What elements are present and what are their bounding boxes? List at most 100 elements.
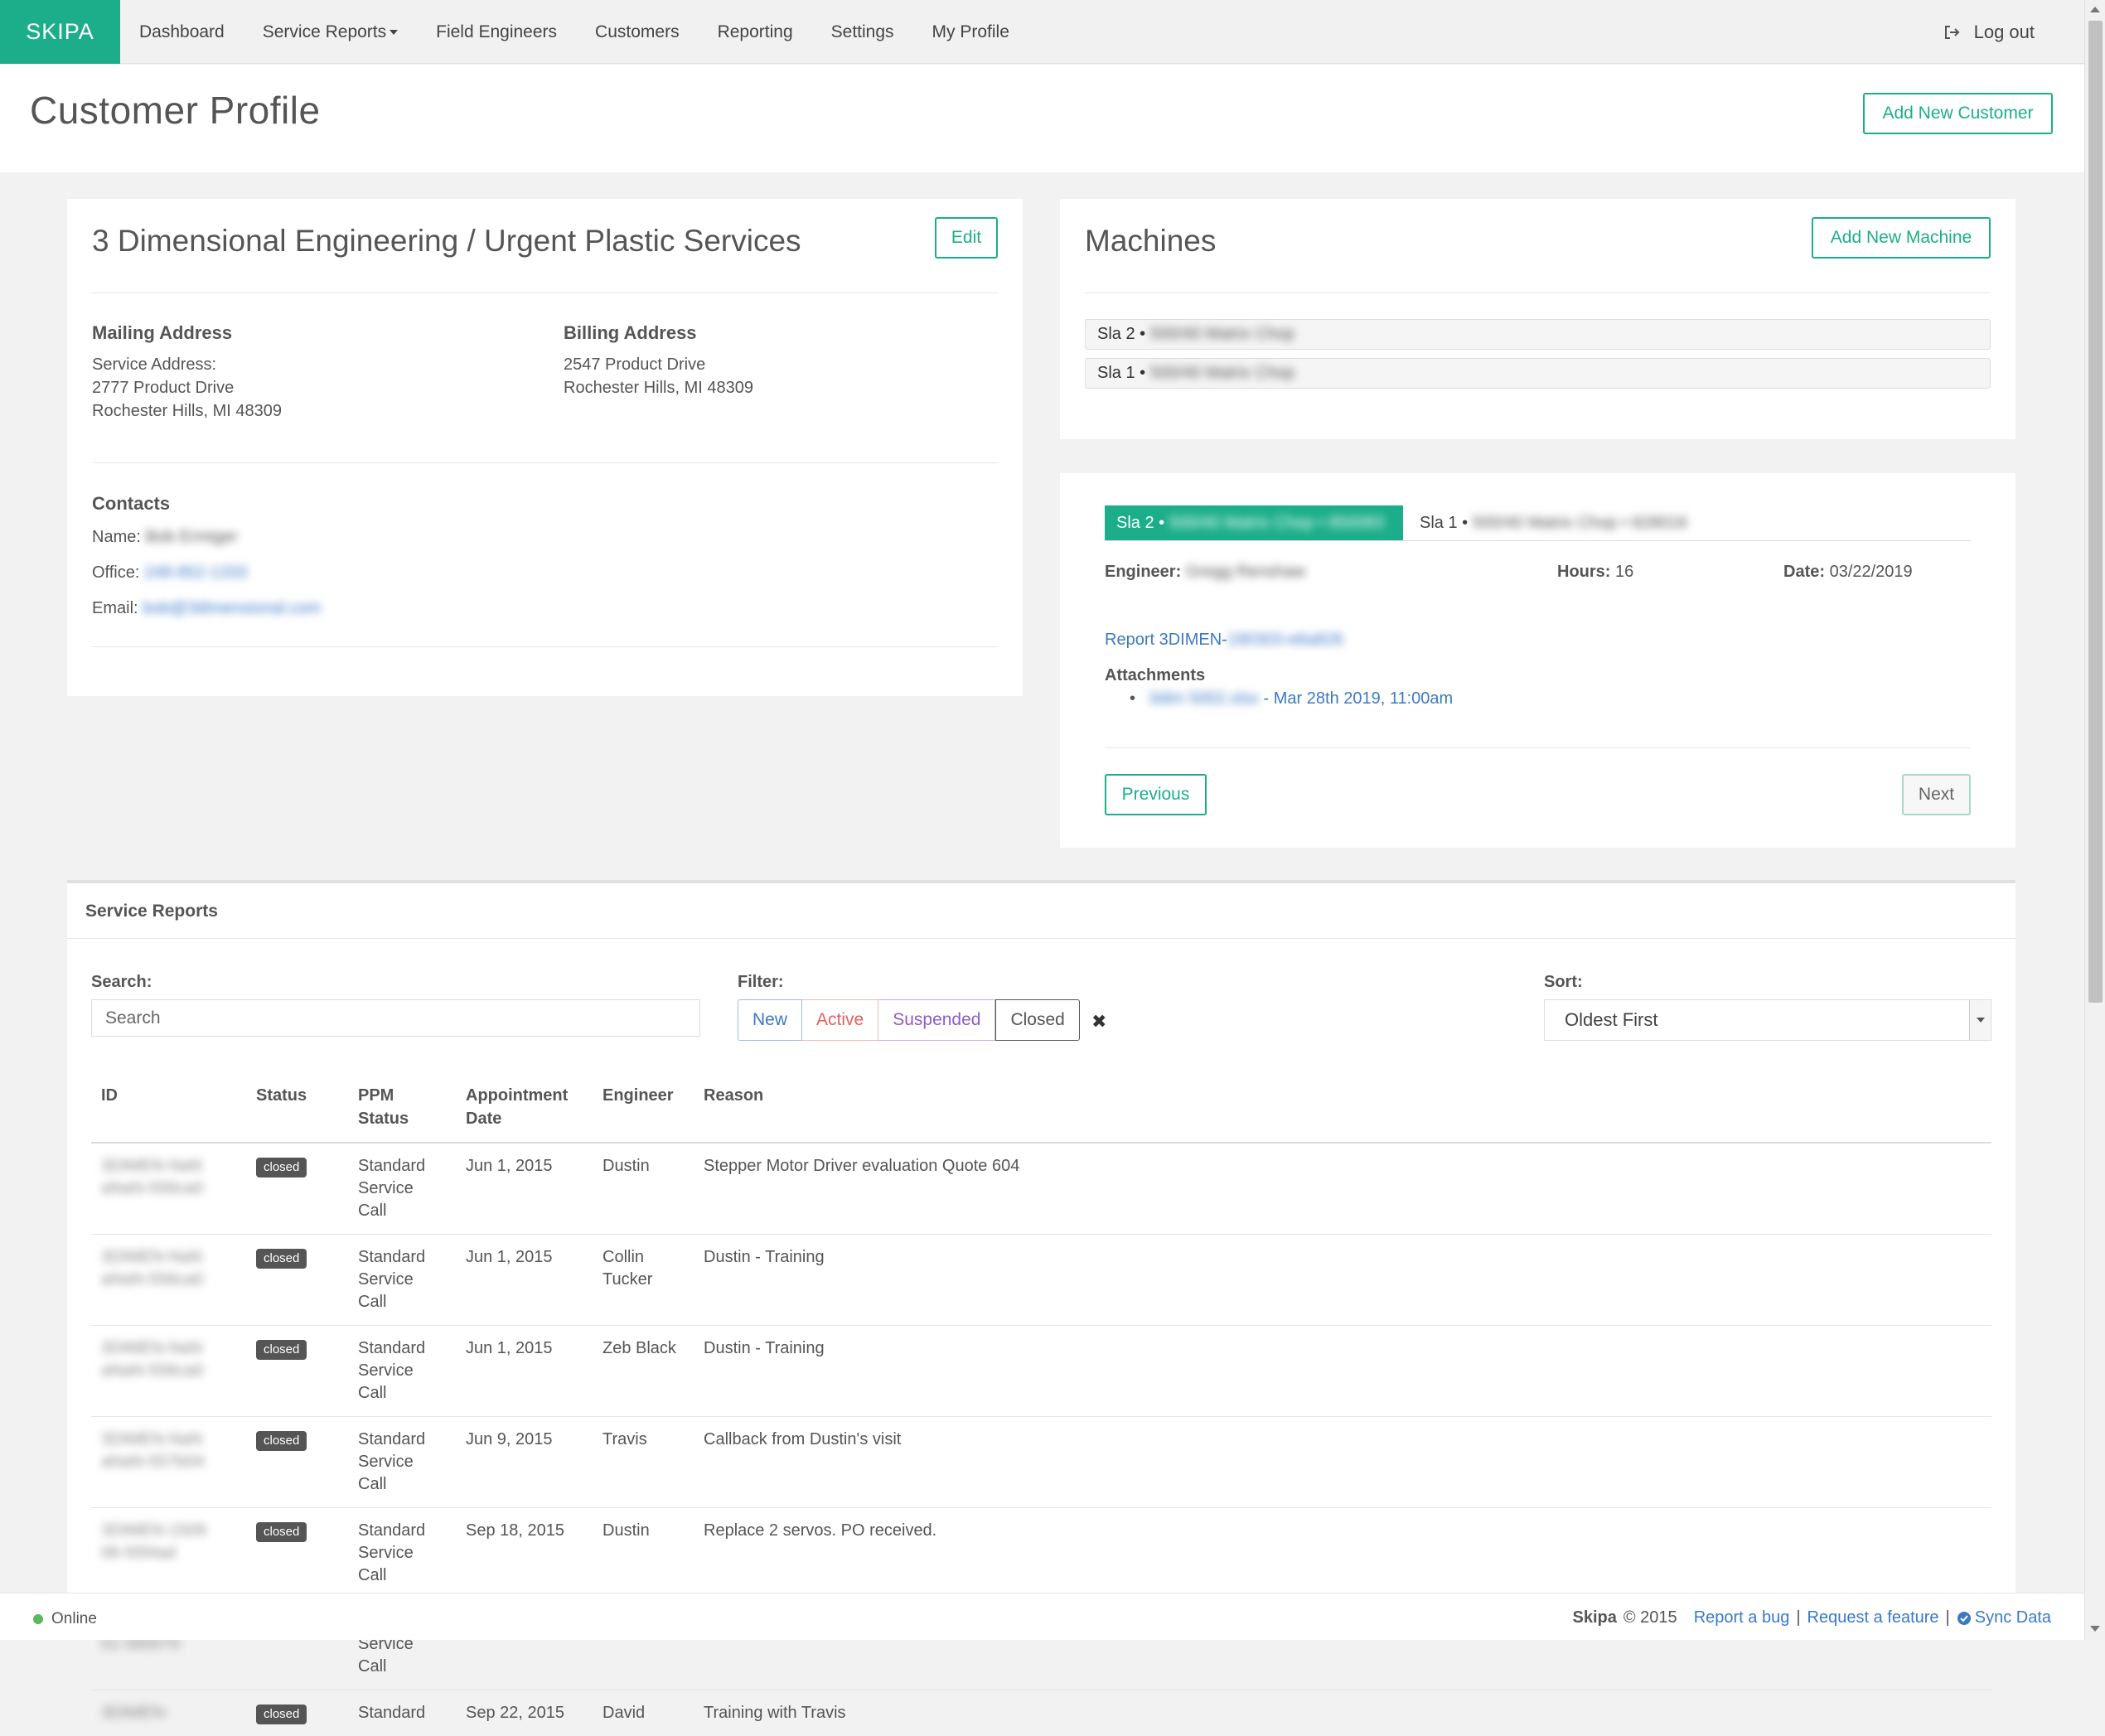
appointment-date-cell: Jun 1, 2015 — [466, 1248, 553, 1266]
table-row[interactable]: 3DIMEN-NaNaNaN-556ca0closedStandard Serv… — [91, 1326, 1991, 1417]
report-link-id: 190303-e6a826 — [1227, 631, 1343, 649]
sort-label: Sort: — [1544, 973, 1583, 992]
ppm-status-cell: Standard Service Call — [358, 1430, 425, 1493]
close-icon[interactable]: ✖ — [1091, 1011, 1106, 1032]
filter-new-button[interactable]: New — [738, 999, 802, 1041]
filter-suspended-button[interactable]: Suspended — [878, 999, 995, 1041]
page-header: Customer Profile Add New Customer — [0, 65, 2084, 172]
nav-field-engineers[interactable]: Field Engineers — [417, 22, 576, 42]
machine-row[interactable]: Sla 2 • 500/40 Matrix Chop — [1085, 319, 1991, 350]
table-body: 3DIMEN-NaNaNaN-556ca0 closed Standard Serv… — [91, 1143, 1991, 1736]
status-badge: closed — [256, 1705, 307, 1724]
appointment-date-cell: Jun 1, 2015 — [466, 1157, 553, 1175]
nav-dashboard[interactable]: Dashboard — [120, 22, 244, 42]
report-link[interactable]: Report 3DIMEN-190303-e6a826 — [1105, 631, 1343, 650]
scroll-thumb[interactable] — [2088, 21, 2103, 1003]
filter-closed-button[interactable]: Closed — [995, 999, 1079, 1041]
status-cell: closed — [246, 1417, 348, 1508]
next-button[interactable]: Next — [1902, 774, 1971, 815]
ppm-status-cell: Standard Service Call — [348, 1143, 456, 1235]
report-id-cell[interactable]: 3DIMEN-150906-55f4ad — [101, 1520, 209, 1564]
nav-service-reports[interactable]: Service Reports — [244, 22, 417, 42]
footer-separator: | — [1796, 1608, 1800, 1627]
ppm-status-cell: Standard Service Call — [348, 1235, 456, 1326]
hours-field: Hours: 16 — [1557, 563, 1633, 582]
status-badge: closed — [256, 1249, 307, 1269]
search-label: Search: — [91, 973, 152, 992]
machine-row[interactable]: Sla 1 • 500/40 Matrix Chop — [1085, 358, 1991, 389]
table-row[interactable]: 3DIMEN-closedStandardSep 22, 2015DavidTr… — [91, 1690, 1991, 1736]
engineer-field: Engineer: Gregg Renshaw — [1105, 563, 1305, 582]
appointment-date-cell: Sep 18, 2015 — [466, 1521, 564, 1540]
contact-email-link[interactable]: bob@3dimensional.com — [143, 599, 321, 617]
add-machine-button[interactable]: Add New Machine — [1812, 217, 1991, 259]
nav-my-profile[interactable]: My Profile — [913, 22, 1028, 42]
report-bug-link[interactable]: Report a bug — [1694, 1608, 1790, 1627]
col-engineer[interactable]: Engineer — [593, 1077, 694, 1143]
online-dot-icon — [33, 1614, 43, 1624]
sort-select[interactable]: Oldest First — [1544, 999, 1991, 1041]
nav-settings[interactable]: Settings — [812, 22, 913, 42]
brand-logo[interactable]: SKIPA — [0, 0, 120, 64]
engineer-cell: Dustin — [602, 1521, 650, 1540]
report-id-cell: 3DIMEN-NaNaNaN-556ca0 — [91, 1143, 246, 1235]
footer: Online Skipa © 2015 Report a bug | Reque… — [0, 1593, 2084, 1640]
tab-machine-sla1[interactable]: Sla 1 • 500/40 Matrix Chop • 828016 — [1408, 505, 1699, 540]
ppm-status-cell: Standard Service Call — [358, 1157, 425, 1220]
nav-customers[interactable]: Customers — [576, 22, 699, 42]
contact-name-label: Name: — [92, 528, 141, 546]
table-row[interactable]: 3DIMEN-150906-55f4adclosedStandard Servi… — [91, 1508, 1991, 1599]
col-reason[interactable]: Reason — [694, 1077, 1991, 1143]
search-input[interactable]: Search — [91, 999, 700, 1037]
report-id-cell[interactable]: 3DIMEN-NaNaNaN-557b04 — [101, 1429, 209, 1473]
request-feature-link[interactable]: Request a feature — [1807, 1608, 1939, 1627]
attachments-heading: Attachments — [1105, 666, 1205, 685]
engineer-cell: David — [593, 1690, 694, 1736]
logout-link[interactable]: Log out — [1944, 0, 2035, 64]
status-badge: closed — [256, 1431, 307, 1451]
page-scrollbar[interactable] — [2084, 0, 2105, 1640]
report-id-cell: 3DIMEN-NaNaNaN-557b04 — [91, 1417, 246, 1508]
report-id-cell: 3DIMEN-NaNaNaN-556ca0 — [91, 1326, 246, 1417]
attachment-date: - Mar 28th 2019, 11:00am — [1264, 689, 1454, 708]
date-value: 03/22/2019 — [1830, 563, 1913, 581]
col-ppm-status[interactable]: PPM Status — [348, 1077, 456, 1143]
page-title: Customer Profile — [30, 88, 321, 133]
report-id-cell[interactable]: 3DIMEN-NaNaNaN-556ca0 — [101, 1246, 209, 1291]
tab-machine-sla2[interactable]: Sla 2 • 500/40 Matrix Chop • 850083 — [1105, 505, 1403, 540]
service-reports-title: Service Reports — [85, 902, 218, 921]
ppm-status-cell: Standard Service Call — [358, 1521, 425, 1584]
attachment-item[interactable]: • 3dim 5002.xlsx - Mar 28th 2019, 11:00a… — [1130, 689, 1453, 708]
col-appointment-date[interactable]: Appointment Date — [456, 1077, 593, 1143]
previous-button[interactable]: Previous — [1105, 774, 1207, 815]
reason-cell: Training with Travis — [704, 1704, 846, 1722]
engineer-label: Engineer: — [1105, 563, 1181, 581]
appointment-date-cell: Jun 9, 2015 — [466, 1430, 553, 1448]
scroll-down-icon[interactable] — [2090, 1626, 2100, 1632]
contact-office-link[interactable]: 248-852-1333 — [144, 563, 248, 582]
edit-customer-button[interactable]: Edit — [935, 217, 998, 259]
status-cell: closed — [246, 1235, 348, 1326]
col-status[interactable]: Status — [246, 1077, 348, 1143]
attachment-name: 3dim 5002.xlsx — [1149, 689, 1259, 708]
divider — [1105, 747, 1971, 748]
col-id[interactable]: ID — [91, 1077, 246, 1143]
report-id-cell[interactable]: 3DIMEN-NaNaNaN-556ca0 — [101, 1155, 209, 1200]
status-cell: closed — [246, 1690, 348, 1736]
mailing-heading: Mailing Address — [92, 322, 282, 345]
nav-reporting[interactable]: Reporting — [699, 22, 812, 42]
engineer-cell: Travis — [593, 1417, 694, 1508]
add-customer-button[interactable]: Add New Customer — [1863, 93, 2053, 134]
scroll-up-icon[interactable] — [2090, 7, 2100, 12]
table-row[interactable]: 3DIMEN-NaNaNaN-556ca0closedStandard Serv… — [91, 1143, 1991, 1235]
filter-active-button[interactable]: Active — [802, 999, 878, 1041]
engineer-cell: Zeb Black — [602, 1339, 676, 1357]
table-row[interactable]: 3DIMEN-NaNaNaN-556ca0 closed Standard Serv… — [91, 1235, 1991, 1326]
reason-cell: Dustin - Training — [704, 1339, 825, 1357]
sync-data-link[interactable]: Sync Data — [1957, 1608, 2051, 1627]
appointment-date-cell: Sep 22, 2015 — [456, 1690, 593, 1736]
report-id-cell[interactable]: 3DIMEN-NaNaNaN-556ca0 — [101, 1337, 209, 1382]
reason-cell: Stepper Motor Driver evaluation Quote 60… — [694, 1143, 1991, 1235]
report-id-cell[interactable]: 3DIMEN- — [101, 1702, 169, 1724]
table-row[interactable]: 3DIMEN-NaNaNaN-557b04 closed Standard Serv… — [91, 1417, 1991, 1508]
